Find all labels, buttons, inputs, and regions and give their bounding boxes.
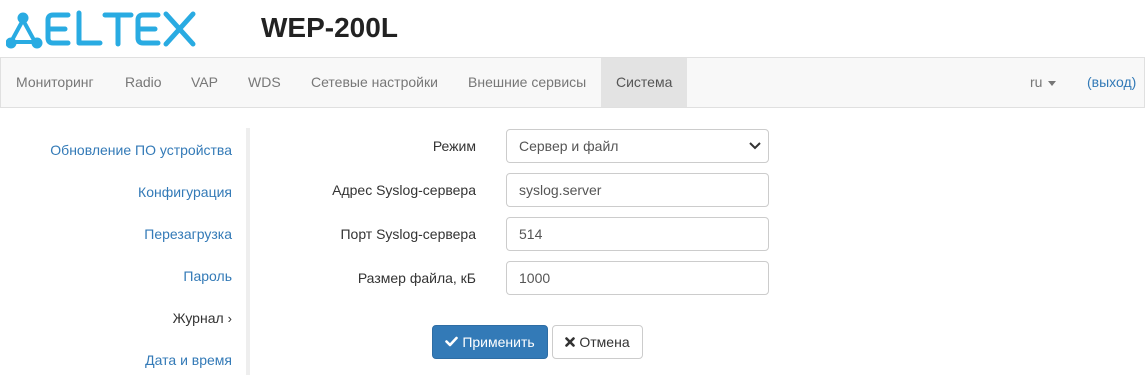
nav-radio[interactable]: Radio <box>110 58 177 107</box>
mode-select[interactable]: Сервер и файл <box>506 129 769 163</box>
cancel-button-label: Отмена <box>579 334 630 350</box>
nav-network-settings[interactable]: Сетевые настройки <box>296 58 453 107</box>
syslog-address-input[interactable]: syslog.server <box>506 173 769 207</box>
nav-wds[interactable]: WDS <box>233 58 296 107</box>
sidebar: Обновление ПО устройства Конфигурация Пе… <box>0 128 250 375</box>
nav-monitoring[interactable]: Мониторинг <box>1 58 109 107</box>
chevron-right-icon: › <box>227 311 232 326</box>
sidebar-item-configuration[interactable]: Конфигурация <box>138 182 232 202</box>
file-size-input[interactable]: 1000 <box>506 261 769 295</box>
nav-vap[interactable]: VAP <box>176 58 233 107</box>
mode-select-value: Сервер и файл <box>519 138 619 154</box>
device-model: WEP-200L <box>261 12 398 43</box>
logout-link[interactable]: (выход) <box>1087 58 1136 107</box>
syslog-port-input[interactable]: 514 <box>506 217 769 251</box>
sidebar-item-reboot[interactable]: Перезагрузка <box>144 224 232 244</box>
apply-button[interactable]: Применить <box>432 325 548 359</box>
top-navbar: Мониторинг Radio VAP WDS Сетевые настрой… <box>0 57 1145 108</box>
language-dropdown[interactable]: ru <box>1016 58 1070 107</box>
nav-external-services[interactable]: Внешние сервисы <box>453 58 601 107</box>
apply-button-label: Применить <box>462 334 535 350</box>
sidebar-item-date-time[interactable]: Дата и время <box>145 350 232 370</box>
sidebar-item-firmware-update[interactable]: Обновление ПО устройства <box>50 140 232 160</box>
cancel-button[interactable]: Отмена <box>552 325 643 359</box>
syslog-port-label: Порт Syslog-сервера <box>340 226 476 242</box>
close-icon <box>565 336 576 347</box>
caret-down-icon <box>1048 80 1057 86</box>
sidebar-item-password[interactable]: Пароль <box>183 266 232 286</box>
eltex-logo <box>6 10 196 49</box>
sidebar-item-log[interactable]: Журнал › <box>173 308 232 328</box>
chevron-down-icon <box>749 142 761 150</box>
header: WEP-200L <box>0 0 1145 57</box>
file-size-label: Размер файла, кБ <box>357 270 476 286</box>
nav-system[interactable]: Система <box>601 58 687 107</box>
language-label: ru <box>1030 74 1043 90</box>
check-icon <box>445 336 459 347</box>
syslog-address-label: Адрес Syslog-сервера <box>332 182 476 198</box>
sidebar-item-log-label: Журнал <box>172 310 224 326</box>
mode-label: Режим <box>432 138 476 154</box>
